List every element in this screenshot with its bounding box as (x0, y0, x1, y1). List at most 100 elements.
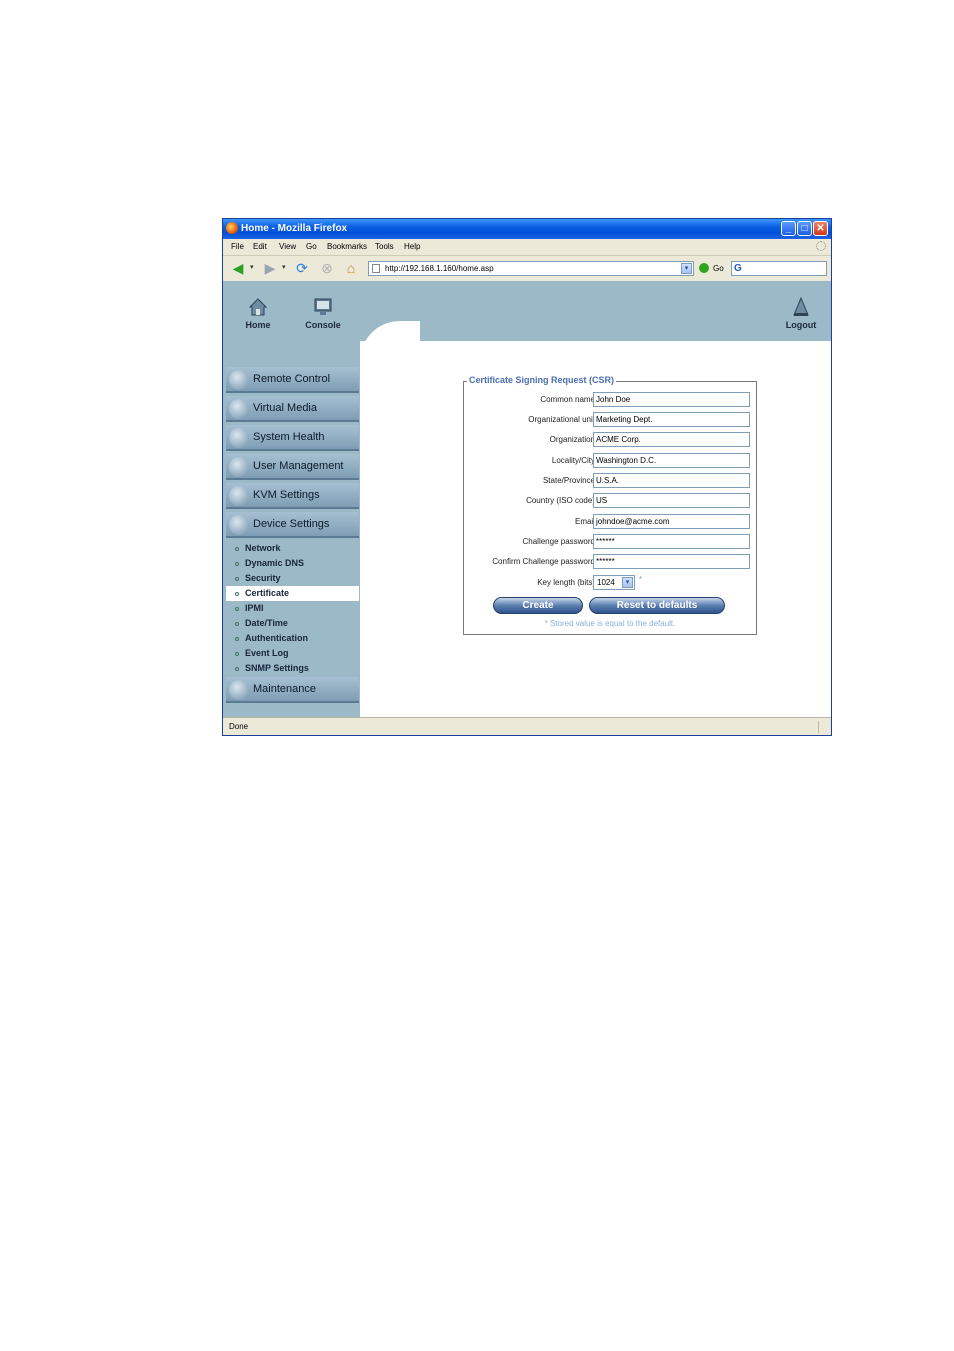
menu-bookmarks[interactable]: Bookmarks (327, 242, 367, 251)
house-icon (248, 298, 268, 316)
sidebar-item-certificate[interactable]: Certificate (226, 586, 359, 601)
common-name-label: Common name (540, 395, 595, 404)
chevron-down-icon[interactable]: ▾ (622, 577, 633, 588)
organization-row: Organization ACME Corp. (463, 432, 757, 448)
organization-field[interactable]: ACME Corp. (593, 432, 750, 447)
menu-label: KVM Settings (253, 489, 320, 501)
state-field[interactable]: U.S.A. (593, 473, 750, 488)
create-button[interactable]: Create (493, 597, 583, 614)
status-bar: Done (223, 717, 831, 736)
sidebar-item-label: Authentication (245, 633, 308, 643)
org-unit-field[interactable]: Marketing Dept. (593, 412, 750, 427)
disc-icon (229, 399, 249, 419)
key-length-row: Key length (bits) 1024 ▾ * (463, 575, 757, 591)
url-bar[interactable]: http://192.168.1.160/home.asp ▾ (368, 261, 694, 276)
common-name-row: Common name John Doe (463, 392, 757, 408)
title-bar[interactable]: Home - Mozilla Firefox _ □ ✕ (223, 219, 831, 239)
common-name-field[interactable]: John Doe (593, 392, 750, 407)
logout-button[interactable]: Logout (778, 297, 824, 330)
sidebar-item-label: Dynamic DNS (245, 558, 305, 568)
back-dropdown-icon[interactable]: ▾ (250, 263, 254, 271)
go-button[interactable]: Go (713, 264, 724, 273)
sidebar-item-event-log[interactable]: Event Log (226, 646, 359, 661)
locality-field[interactable]: Washington D.C. (593, 453, 750, 468)
sidebar-item-label: Network (245, 543, 281, 553)
console-label: Console (305, 320, 341, 330)
throbber-icon (816, 241, 826, 251)
logout-icon (793, 297, 809, 316)
state-label: State/Province (542, 476, 595, 485)
menu-view[interactable]: View (279, 242, 296, 251)
keyboard-icon (229, 486, 249, 506)
reload-icon[interactable]: ⟳ (293, 260, 311, 276)
email-label: Email (574, 517, 595, 526)
gears-icon (229, 515, 249, 535)
navigation-toolbar: ◀ ▾ ▶ ▾ ⟳ ⊗ ⌂ http://192.168.1.160/home.… (223, 255, 831, 281)
default-note: * Stored value is equal to the default. (544, 619, 676, 628)
console-button[interactable]: Console (300, 297, 346, 330)
menu-maintenance[interactable]: Maintenance (226, 677, 359, 703)
back-icon[interactable]: ◀ (229, 260, 247, 276)
sidebar-item-security[interactable]: Security (226, 571, 359, 586)
menu-file[interactable]: File (231, 242, 244, 251)
resize-grip-icon[interactable] (818, 721, 829, 733)
menu-help[interactable]: Help (404, 242, 420, 251)
window-title: Home - Mozilla Firefox (241, 223, 348, 234)
minimize-button[interactable]: _ (781, 221, 796, 236)
reset-defaults-button[interactable]: Reset to defaults (589, 597, 725, 614)
menu-go[interactable]: Go (306, 242, 317, 251)
default-marker: * (639, 575, 643, 584)
menu-user-management[interactable]: User Management (226, 454, 359, 480)
email-field[interactable]: johndoe@acme.com (593, 514, 750, 529)
menu-tools[interactable]: Tools (375, 242, 394, 251)
challenge-password-label: Challenge password (522, 537, 596, 546)
confirm-password-field[interactable]: ****** (593, 554, 750, 569)
key-length-select[interactable]: 1024 ▾ (593, 575, 635, 590)
email-row: Email johndoe@acme.com (463, 514, 757, 530)
page-content: Home Console Logout Remote Control Virtu… (223, 281, 831, 717)
stop-icon[interactable]: ⊗ (318, 260, 336, 276)
sidebar-item-ipmi[interactable]: IPMI (226, 601, 359, 616)
confirm-password-label: Confirm Challenge password (492, 557, 595, 566)
menu-kvm-settings[interactable]: KVM Settings (226, 483, 359, 509)
menu-system-health[interactable]: System Health (226, 425, 359, 451)
url-dropdown-icon[interactable]: ▾ (681, 263, 692, 274)
org-unit-row: Organizational unit Marketing Dept. (463, 412, 757, 428)
menu-edit[interactable]: Edit (253, 242, 267, 251)
close-button[interactable]: ✕ (813, 221, 828, 236)
forward-icon[interactable]: ▶ (261, 260, 279, 276)
sidebar-item-date-time[interactable]: Date/Time (226, 616, 359, 631)
bullet-icon (235, 652, 239, 656)
country-label: Country (ISO code) (526, 496, 595, 505)
sidebar-item-network[interactable]: Network (226, 541, 359, 556)
country-field[interactable]: US (593, 493, 750, 508)
bullet-icon (235, 547, 239, 551)
menu-device-settings[interactable]: Device Settings (226, 512, 359, 538)
challenge-password-field[interactable]: ****** (593, 534, 750, 549)
menu-bar: File Edit View Go Bookmarks Tools Help (223, 239, 831, 255)
menu-label: System Health (253, 431, 325, 443)
firefox-icon (226, 222, 238, 234)
key-length-label: Key length (bits) (537, 578, 595, 587)
maximize-button[interactable]: □ (797, 221, 812, 236)
bullet-icon (235, 622, 239, 626)
go-icon[interactable] (699, 263, 709, 273)
search-input[interactable]: G (731, 261, 827, 276)
sidebar-item-authentication[interactable]: Authentication (226, 631, 359, 646)
sidebar-item-dynamic-dns[interactable]: Dynamic DNS (226, 556, 359, 571)
locality-row: Locality/City Washington D.C. (463, 453, 757, 469)
forward-dropdown-icon[interactable]: ▾ (282, 263, 286, 271)
home-icon[interactable]: ⌂ (342, 260, 360, 276)
sidebar-item-snmp-settings[interactable]: SNMP Settings (226, 661, 359, 676)
menu-remote-control[interactable]: Remote Control (226, 367, 359, 393)
browser-window: Home - Mozilla Firefox _ □ ✕ File Edit V… (222, 218, 832, 736)
url-text: http://192.168.1.160/home.asp (385, 264, 494, 273)
logout-label: Logout (785, 320, 817, 330)
csr-legend: Certificate Signing Request (CSR) (467, 375, 617, 385)
sidebar-item-label: SNMP Settings (245, 663, 309, 673)
sidebar-item-label: Event Log (245, 648, 289, 658)
page-icon (372, 264, 380, 273)
org-unit-label: Organizational unit (528, 415, 595, 424)
home-button[interactable]: Home (235, 297, 281, 330)
menu-virtual-media[interactable]: Virtual Media (226, 396, 359, 422)
